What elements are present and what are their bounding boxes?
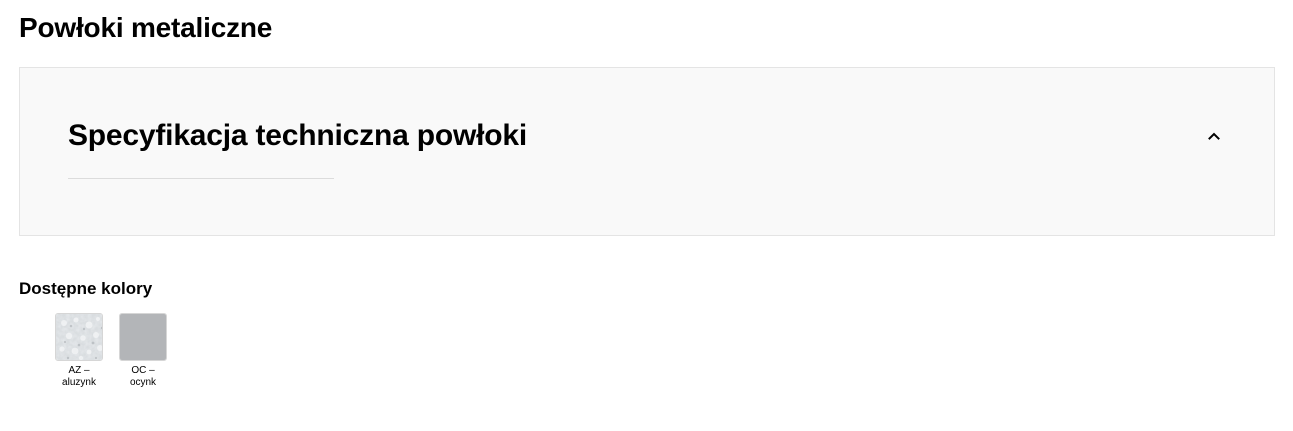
swatch-ocynk-base xyxy=(120,314,166,360)
color-name-aluzynk: AZ – aluzynk xyxy=(62,365,96,388)
accordion-divider xyxy=(68,178,334,179)
color-swatch-aluzynk[interactable] xyxy=(55,313,103,361)
accordion-title: Specyfikacja techniczna powłoki xyxy=(68,119,527,152)
color-swatch-ocynk[interactable] xyxy=(119,313,167,361)
color-swatch-list: AZ – aluzynk OC – ocynk xyxy=(48,313,176,389)
color-name-ocynk: OC – ocynk xyxy=(129,365,157,388)
chevron-up-icon[interactable] xyxy=(1206,128,1222,144)
color-option-aluzynk[interactable]: AZ – aluzynk xyxy=(48,313,110,389)
page-title: Powłoki metaliczne xyxy=(19,12,273,43)
technical-spec-accordion: Specyfikacja techniczna powłoki xyxy=(19,67,1275,236)
color-option-ocynk[interactable]: OC – ocynk xyxy=(112,313,174,389)
available-colors-label: Dostępne kolory xyxy=(19,279,153,298)
